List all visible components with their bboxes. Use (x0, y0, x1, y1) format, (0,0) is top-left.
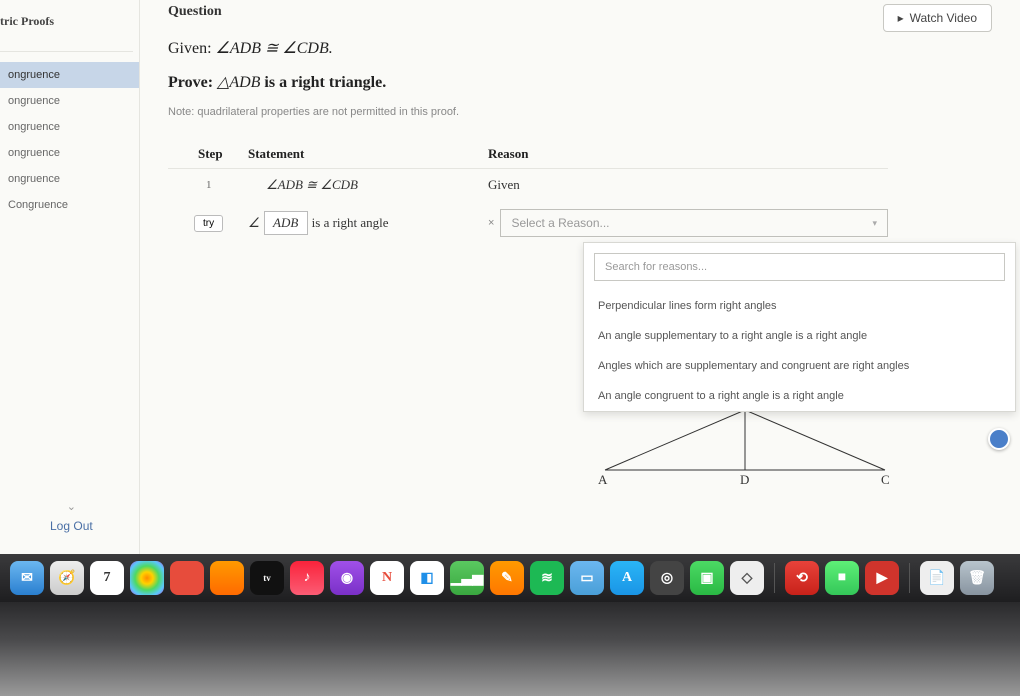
dock-spotify-icon[interactable]: ≋ (530, 561, 564, 595)
vertex-a: A (598, 472, 607, 488)
dock-numbers-icon[interactable]: ▁▃▅ (450, 561, 484, 595)
dock-app7-icon[interactable]: ▶ (865, 561, 899, 595)
vertex-d: D (740, 472, 749, 488)
reason-dropdown: Search for reasons... Perpendicular line… (583, 242, 1016, 412)
given-prefix: Given: (168, 40, 216, 57)
statement-1: ∠ADB ≅ ∠CDB (266, 177, 358, 193)
sidebar-item-congruence-5[interactable]: Congruence (0, 192, 139, 218)
header-step: Step (168, 146, 248, 162)
dock-trash-icon[interactable]: 🗑 (960, 561, 994, 595)
logout-area: ⌄ Log Out (50, 500, 93, 533)
sidebar-item-congruence-2[interactable]: ongruence (0, 114, 139, 140)
reason-search-input[interactable]: Search for reasons... (594, 253, 1005, 281)
reason-1: Given (488, 177, 888, 193)
divider (0, 51, 133, 52)
step-number-1: 1 (168, 179, 248, 191)
proof-table: Step Statement Reason 1 ∠ADB ≅ ∠CDB Give… (168, 140, 888, 245)
sidebar-item-congruence-4[interactable]: ongruence (0, 166, 139, 192)
dock-doc-icon[interactable]: 📄 (920, 561, 954, 595)
dock-facetime-icon[interactable]: ■ (825, 561, 859, 595)
angle-symbol: ∠ (248, 215, 260, 231)
reason-option[interactable]: An angle congruent to a right angle is a… (584, 381, 1015, 411)
prove-prefix: Prove: (168, 74, 217, 91)
angle-input[interactable]: ADB (264, 211, 308, 235)
help-bubble-icon[interactable] (988, 428, 1010, 450)
header-reason: Reason (488, 146, 888, 162)
statement-suffix: is a right angle (312, 215, 389, 231)
triangle-figure: A D C (595, 410, 895, 495)
sidebar-item-congruence-0[interactable]: ongruence (0, 62, 139, 88)
reason-option[interactable]: Angles which are supplementary and congr… (584, 351, 1015, 381)
dock-app1-icon[interactable] (170, 561, 204, 595)
macos-dock: ✉🧭7 tv♪◉N◧▁▃▅✎≋▭A◎▣◇ ⟲■▶ 📄🗑 (0, 554, 1020, 602)
question-label: Question (168, 4, 222, 20)
dock-app5-icon[interactable]: ◎ (650, 561, 684, 595)
dock-music-icon[interactable]: ♪ (290, 561, 324, 595)
sidebar-title: tric Proofs (0, 10, 139, 43)
dock-pages-icon[interactable]: ✎ (490, 561, 524, 595)
dock-adobe-icon[interactable]: ⟲ (785, 561, 819, 595)
chevron-down-icon[interactable]: ⌄ (50, 500, 93, 513)
desk-surface (0, 602, 1020, 696)
vertex-c: C (881, 472, 890, 488)
watch-video-label: Watch Video (910, 11, 977, 25)
dock-podcasts-icon[interactable]: ◉ (330, 561, 364, 595)
dock-calendar-icon[interactable]: 7 (90, 561, 124, 595)
dock-app2-icon[interactable] (210, 561, 244, 595)
sidebar-item-congruence-1[interactable]: ongruence (0, 88, 139, 114)
dock-photos-icon[interactable] (130, 561, 164, 595)
given-statement: Given: ∠ADB ≅ ∠CDB. (168, 38, 992, 58)
given-math: ∠ADB ≅ ∠CDB. (216, 40, 333, 57)
reason-option[interactable]: An angle supplementary to a right angle … (584, 321, 1015, 351)
prove-statement: Prove: △ADB is a right triangle. (168, 72, 992, 92)
note-text: Note: quadrilateral properties are not p… (168, 106, 992, 118)
dock-news-icon[interactable]: N (370, 561, 404, 595)
prove-math: △ADB (217, 74, 260, 91)
reason-option[interactable]: Perpendicular lines form right angles (584, 291, 1015, 321)
dock-safari-icon[interactable]: 🧭 (50, 561, 84, 595)
prove-suffix: is a right triangle. (264, 74, 386, 91)
dock-app6-icon[interactable]: ▣ (690, 561, 724, 595)
logout-link[interactable]: Log Out (50, 519, 93, 533)
play-icon: ▸ (898, 11, 904, 25)
dock-app3-icon[interactable]: ◧ (410, 561, 444, 595)
header-statement: Statement (248, 146, 488, 162)
dock-appstore-icon[interactable]: A (610, 561, 644, 595)
try-button[interactable]: try (194, 215, 223, 232)
dock-roblox-icon[interactable]: ◇ (730, 561, 764, 595)
clear-icon[interactable]: × (488, 217, 494, 229)
chevron-down-icon: ▾ (872, 218, 877, 229)
main-content: Question ▸ Watch Video Given: ∠ADB ≅ ∠CD… (140, 0, 1020, 590)
dock-mail-icon[interactable]: ✉ (10, 561, 44, 595)
sidebar-item-congruence-3[interactable]: ongruence (0, 140, 139, 166)
dock-appletv-icon[interactable]: tv (250, 561, 284, 595)
watch-video-button[interactable]: ▸ Watch Video (883, 4, 992, 32)
reason-select[interactable]: Select a Reason... ▾ (500, 209, 888, 237)
reason-placeholder: Select a Reason... (511, 216, 609, 230)
dock-app4-icon[interactable]: ▭ (570, 561, 604, 595)
